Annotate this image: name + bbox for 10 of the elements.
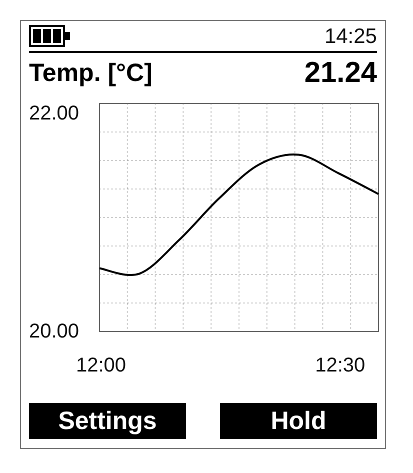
x-axis-label: 12:30 xyxy=(315,354,366,378)
measurement-label: Temp. [°C] xyxy=(29,58,152,88)
softkey-button[interactable]: Settings xyxy=(29,403,186,439)
y-axis-label: 20.00 xyxy=(29,320,80,344)
softkey-button[interactable]: Hold xyxy=(220,403,377,439)
y-axis-label: 22.00 xyxy=(29,102,80,126)
battery-icon xyxy=(29,25,71,47)
x-axis-label: 12:00 xyxy=(76,354,126,378)
measurement-value: 21.24 xyxy=(304,56,377,90)
clock-time: 14:25 xyxy=(324,24,377,49)
